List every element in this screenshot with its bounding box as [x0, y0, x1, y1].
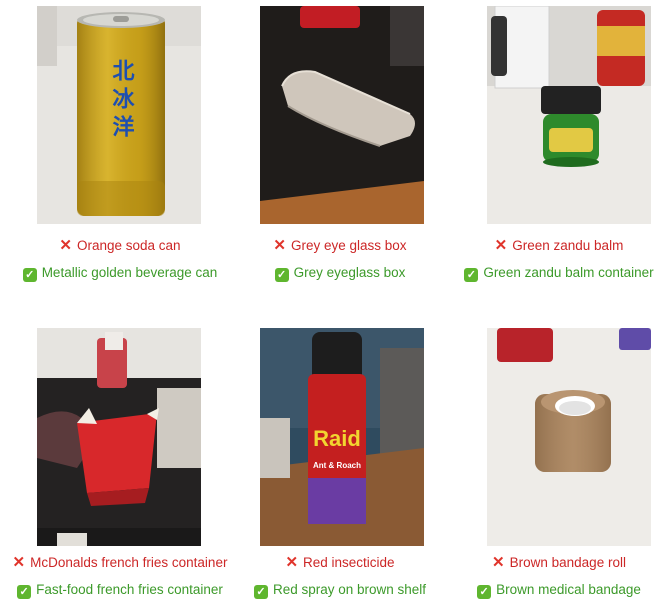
right-caption: ✓ Brown medical bandage	[449, 582, 669, 599]
photo-card-eyeglass-box: ✕ Grey eye glass box ✓ Grey eyeglass box	[220, 0, 460, 300]
check-mark-icon: ✓	[477, 585, 492, 599]
wrong-caption: ✕ Grey eye glass box	[220, 238, 460, 253]
raid-sublabel-text: Ant & Roach	[313, 461, 361, 470]
photo-card-raid-spray: Raid Ant & Roach ✕ Red insecticide ✓ Red s…	[220, 320, 460, 602]
check-mark-icon: ✓	[464, 268, 479, 282]
wrong-caption-text: Red insecticide	[303, 555, 395, 570]
cross-mark-icon: ✕	[273, 237, 286, 254]
cross-mark-icon: ✕	[492, 554, 505, 571]
right-caption: ✓ Grey eyeglass box	[220, 265, 460, 282]
photo-card-golden-can: 北冰洋 ✕ Orange soda can ✓ Metallic golden be…	[0, 0, 240, 300]
right-caption-text: Metallic golden beverage can	[41, 265, 218, 280]
raid-brand-text: Raid	[313, 426, 361, 451]
photo-zandu-balm	[487, 6, 651, 224]
wrong-caption: ✕ McDonalds french fries container	[0, 555, 240, 570]
right-caption-text: Fast-food french fries container	[36, 582, 223, 597]
wrong-caption: ✕ Brown bandage roll	[449, 555, 669, 570]
photo-bandage-roll	[487, 328, 651, 546]
photo-raid-spray: Raid Ant & Roach	[260, 328, 424, 546]
right-caption: ✓ Fast-food french fries container	[0, 582, 240, 599]
wrong-caption-text: Brown bandage roll	[509, 555, 626, 570]
photo-golden-can: 北冰洋	[37, 6, 201, 224]
wrong-caption-text: Orange soda can	[77, 238, 181, 253]
right-caption: ✓ Red spray on brown shelf	[220, 582, 460, 599]
photo-fries-container	[37, 328, 201, 546]
photo-card-bandage-roll: ✕ Brown bandage roll ✓ Brown medical banda…	[449, 320, 669, 602]
can-brand-text: 北冰洋	[109, 59, 135, 143]
right-caption: ✓ Metallic golden beverage can	[0, 265, 240, 282]
check-mark-icon: ✓	[17, 585, 32, 599]
wrong-caption: ✕ Red insecticide	[220, 555, 460, 570]
cross-mark-icon: ✕	[285, 554, 299, 571]
wrong-caption-text: Grey eye glass box	[291, 238, 407, 253]
right-caption-text: Green zandu balm container	[483, 265, 654, 280]
cross-mark-icon: ✕	[59, 237, 72, 254]
wrong-caption: ✕ Green zandu balm	[449, 238, 669, 253]
wrong-caption-text: McDonalds french fries container	[30, 555, 228, 570]
wrong-caption-text: Green zandu balm	[512, 238, 624, 253]
check-mark-icon: ✓	[22, 268, 37, 282]
cross-mark-icon: ✕	[494, 237, 508, 254]
photo-card-zandu-balm: ✕ Green zandu balm ✓ Green zandu balm cont…	[449, 0, 669, 300]
wrong-caption: ✕ Orange soda can	[0, 238, 240, 253]
check-mark-icon: ✓	[253, 585, 268, 599]
right-caption: ✓ Green zandu balm container	[449, 265, 669, 282]
photo-card-fries-container: ✕ McDonalds french fries container ✓ Fast-…	[0, 320, 240, 602]
check-mark-icon: ✓	[274, 268, 289, 282]
photo-eyeglass-box	[260, 6, 424, 224]
cross-mark-icon: ✕	[12, 554, 26, 571]
right-caption-text: Brown medical bandage	[496, 582, 641, 597]
right-caption-text: Red spray on brown shelf	[272, 582, 427, 597]
right-caption-text: Grey eyeglass box	[293, 265, 406, 280]
